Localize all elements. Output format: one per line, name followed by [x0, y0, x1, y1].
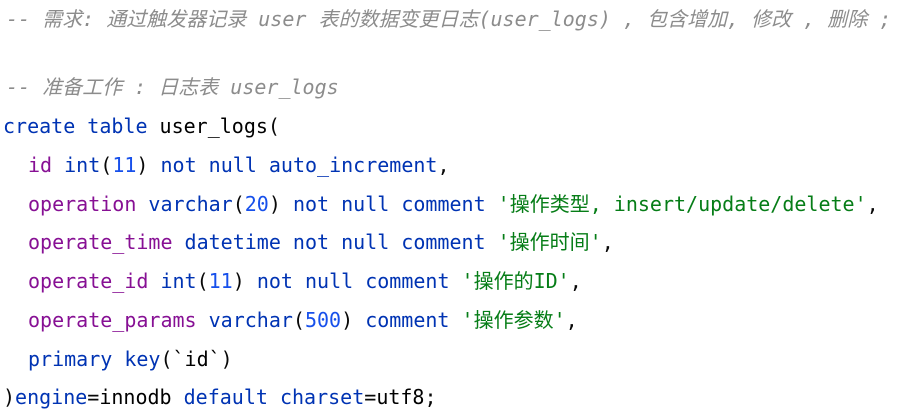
paren: (: [196, 269, 209, 293]
paren: ): [220, 347, 233, 371]
column-name: operate_params: [28, 308, 197, 332]
primary-key-column: `id`: [172, 347, 221, 371]
paren: ): [136, 153, 149, 177]
open-paren: (: [267, 114, 280, 138]
comma: ,: [437, 153, 450, 177]
paren: ): [232, 269, 245, 293]
column-comment-string: '操作类型, insert/update/delete': [497, 192, 867, 216]
column-constraints: not null comment: [292, 192, 486, 216]
column-type: int: [160, 269, 197, 293]
comma: ,: [866, 192, 879, 216]
column-operation-line: operation varchar(20) not null comment '…: [28, 185, 879, 223]
column-operate-id-line: operate_id int(11) not null comment '操作的…: [28, 262, 582, 300]
column-type: varchar: [148, 192, 233, 216]
paren: (: [160, 347, 173, 371]
comment-requirement: -- 需求: 通过触发器记录 user 表的数据变更日志(user_logs) …: [6, 7, 892, 31]
column-comment-string: '操作的ID': [461, 269, 570, 293]
column-length: 11: [112, 153, 137, 177]
column-length: 500: [304, 308, 342, 332]
column-comment-string: '操作时间': [497, 230, 602, 254]
column-operate-time-line: operate_time datetime not null comment '…: [28, 223, 614, 261]
column-constraints: not null auto_increment: [160, 153, 438, 177]
column-constraints: comment: [365, 308, 450, 332]
column-comment-string: '操作参数': [461, 308, 566, 332]
comma: ,: [569, 269, 582, 293]
column-length: 11: [208, 269, 233, 293]
column-length: 20: [244, 192, 269, 216]
equals: =: [364, 385, 377, 409]
table-name: user_logs: [159, 114, 268, 138]
create-keyword: create table: [3, 114, 148, 138]
charset-value: utf8: [376, 385, 425, 409]
column-name: id: [28, 153, 53, 177]
column-constraints: not null comment: [292, 230, 486, 254]
column-type: datetime: [184, 230, 281, 254]
engine-keyword: engine: [15, 385, 88, 409]
column-name: operate_id: [28, 269, 149, 293]
paren: (: [292, 308, 305, 332]
code-editor[interactable]: -- 需求: 通过触发器记录 user 表的数据变更日志(user_logs) …: [0, 0, 923, 414]
close-paren: ): [3, 385, 16, 409]
comma: ,: [601, 230, 614, 254]
paren: ): [341, 308, 354, 332]
column-type: int: [64, 153, 101, 177]
semicolon: ;: [424, 385, 437, 409]
column-id-line: id int(11) not null auto_increment,: [28, 146, 450, 184]
create-table-line: create table user_logs(: [3, 107, 280, 145]
equals: =: [87, 385, 100, 409]
primary-key-keyword: primary key: [28, 347, 161, 371]
engine-value: innodb: [99, 385, 172, 409]
column-type: varchar: [208, 308, 293, 332]
column-constraints: not null comment: [256, 269, 450, 293]
closing-line: )engine=innodb default charset=utf8;: [3, 378, 437, 416]
column-name: operate_time: [28, 230, 173, 254]
paren: (: [100, 153, 113, 177]
paren: (: [232, 192, 245, 216]
column-name: operation: [28, 192, 137, 216]
comma: ,: [565, 308, 578, 332]
comment-prepare: -- 准备工作 : 日志表 user_logs: [6, 75, 339, 99]
paren: ): [268, 192, 281, 216]
column-operate-params-line: operate_params varchar(500) comment '操作参…: [28, 301, 578, 339]
charset-keyword: default charset: [183, 385, 365, 409]
primary-key-line: primary key(`id`): [28, 340, 233, 378]
